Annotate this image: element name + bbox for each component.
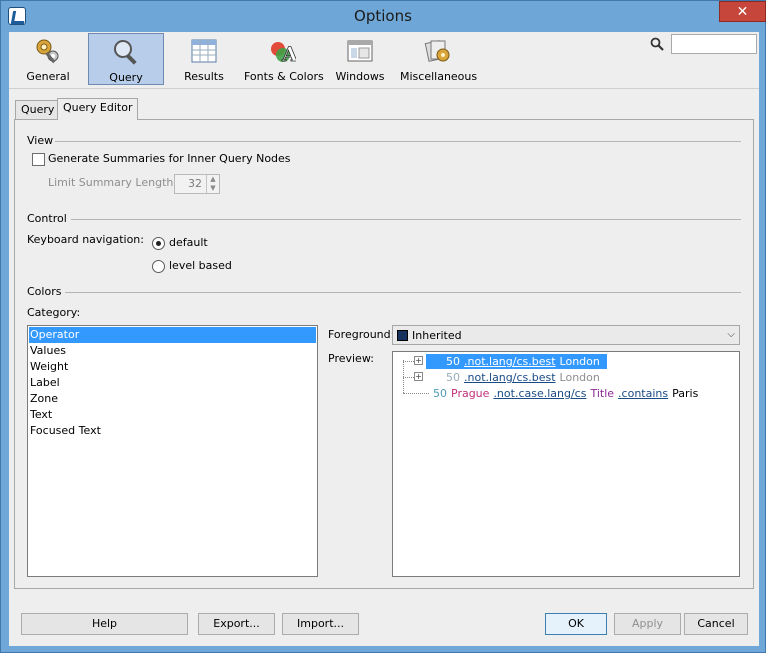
preview-operator: .contains <box>618 387 669 400</box>
toolbar-label: Query <box>109 71 143 84</box>
toolbar-label: General <box>26 70 70 83</box>
radio-default[interactable] <box>152 237 165 250</box>
preview-weight: 50 <box>446 355 460 368</box>
preview-row[interactable]: 50 Prague .not.case.lang/cs Title .contains P… <box>433 386 702 401</box>
search-input[interactable] <box>671 34 757 54</box>
list-item[interactable]: Text <box>29 407 316 423</box>
preview-zone: .not.lang/cs.best <box>464 371 556 384</box>
dialog-client: General Query Results A Fonts & Colors W… <box>9 32 759 646</box>
fonts-colors-icon: A <box>271 42 296 65</box>
help-button[interactable]: Help <box>21 613 188 635</box>
tree-line <box>403 377 414 378</box>
list-item[interactable]: Label <box>29 375 316 391</box>
preview-label: Preview: <box>328 352 374 365</box>
preview-weight: 50 <box>433 387 447 400</box>
preview-pane: + + 50 .not.lang/cs.best London 50 .not.lan… <box>392 351 740 577</box>
toolbar-label: Miscellaneous <box>400 70 478 83</box>
chevron-down-icon: ⌵ <box>727 329 735 340</box>
preview-label-token: Title <box>590 387 615 400</box>
windows-icon <box>347 40 373 62</box>
title-bar: Options ✕ <box>1 1 766 32</box>
radio-level-based[interactable] <box>152 260 165 273</box>
category-list[interactable]: Operator Values Weight Label Zone Text F… <box>27 325 318 577</box>
generate-summaries-checkbox[interactable] <box>32 153 45 166</box>
toolbar-label: Windows <box>335 70 385 83</box>
preview-text: London <box>559 371 600 384</box>
keyboard-navigation-label: Keyboard navigation: <box>27 233 144 246</box>
limit-summary-spinner[interactable]: 32 ▲ ▼ <box>174 174 220 194</box>
expand-icon[interactable]: + <box>414 372 423 381</box>
apply-button[interactable]: Apply <box>614 613 681 635</box>
list-item[interactable]: Zone <box>29 391 316 407</box>
options-window: Options ✕ General Query Results A Fonts … <box>0 0 766 653</box>
toolbar-label: Fonts & Colors <box>244 70 324 83</box>
import-button[interactable]: Import... <box>282 613 359 635</box>
toolbar-label: Results <box>184 70 224 83</box>
limit-summary-value: 32 <box>188 177 202 190</box>
close-button[interactable]: ✕ <box>719 1 766 22</box>
generate-summaries-label: Generate Summaries for Inner Query Nodes <box>48 152 291 165</box>
separator <box>55 141 741 142</box>
foreground-label: Foreground: <box>328 328 395 341</box>
list-item[interactable]: Focused Text <box>29 423 316 439</box>
preview-text: Paris <box>672 387 699 400</box>
category-toolbar: General Query Results A Fonts & Colors W… <box>9 32 759 89</box>
window-title: Options <box>354 7 412 25</box>
preview-row-selected[interactable]: 50 .not.lang/cs.best London <box>426 354 607 369</box>
section-colors-title: Colors <box>27 285 62 298</box>
foreground-color-swatch <box>397 330 408 341</box>
list-item[interactable]: Values <box>29 343 316 359</box>
spin-down-icon[interactable]: ▼ <box>206 184 219 193</box>
preview-weight: 50 <box>446 371 460 384</box>
tree-line <box>403 393 429 394</box>
tab-query[interactable]: Query <box>15 100 61 120</box>
category-label: Category: <box>27 306 81 319</box>
expand-icon[interactable]: + <box>414 356 423 365</box>
toolbar-windows[interactable]: Windows <box>325 33 395 85</box>
separator <box>65 292 741 293</box>
section-view-title: View <box>27 134 54 147</box>
search-icon <box>650 37 664 51</box>
export-button[interactable]: Export... <box>198 613 275 635</box>
list-item[interactable]: Weight <box>29 359 316 375</box>
toolbar-query[interactable]: Query <box>88 33 164 85</box>
preview-text: London <box>559 355 600 368</box>
svg-text:A: A <box>281 42 296 65</box>
spin-up-icon[interactable]: ▲ <box>206 175 219 184</box>
table-icon <box>191 39 217 63</box>
toolbar-fonts-colors[interactable]: A Fonts & Colors <box>244 33 324 85</box>
cancel-button[interactable]: Cancel <box>684 613 748 635</box>
radio-default-label: default <box>169 236 208 249</box>
tree-line <box>403 361 414 362</box>
radio-level-based-label: level based <box>169 259 232 272</box>
magnifier-icon <box>114 40 137 65</box>
preview-value: Prague <box>451 387 490 400</box>
gears-icon <box>36 39 59 64</box>
preview-zone: .not.case.lang/cs <box>493 387 587 400</box>
section-control-title: Control <box>27 212 67 225</box>
separator <box>71 219 741 220</box>
tab-query-editor[interactable]: Query Editor <box>57 98 139 120</box>
ok-button[interactable]: OK <box>545 613 607 635</box>
query-editor-panel: View Generate Summaries for Inner Query … <box>14 119 754 589</box>
preview-zone: .not.lang/cs.best <box>464 355 556 368</box>
foreground-dropdown[interactable]: Inherited ⌵ <box>392 325 740 345</box>
limit-summary-label: Limit Summary Length to: <box>48 176 192 189</box>
foreground-value: Inherited <box>412 329 462 342</box>
toolbar-general[interactable]: General <box>13 33 83 85</box>
list-item[interactable]: Operator <box>29 327 316 343</box>
preview-row[interactable]: 50 .not.lang/cs.best London <box>446 370 604 385</box>
misc-icon <box>424 40 450 62</box>
toolbar-miscellaneous[interactable]: Miscellaneous <box>400 33 478 85</box>
toolbar-results[interactable]: Results <box>169 33 239 85</box>
